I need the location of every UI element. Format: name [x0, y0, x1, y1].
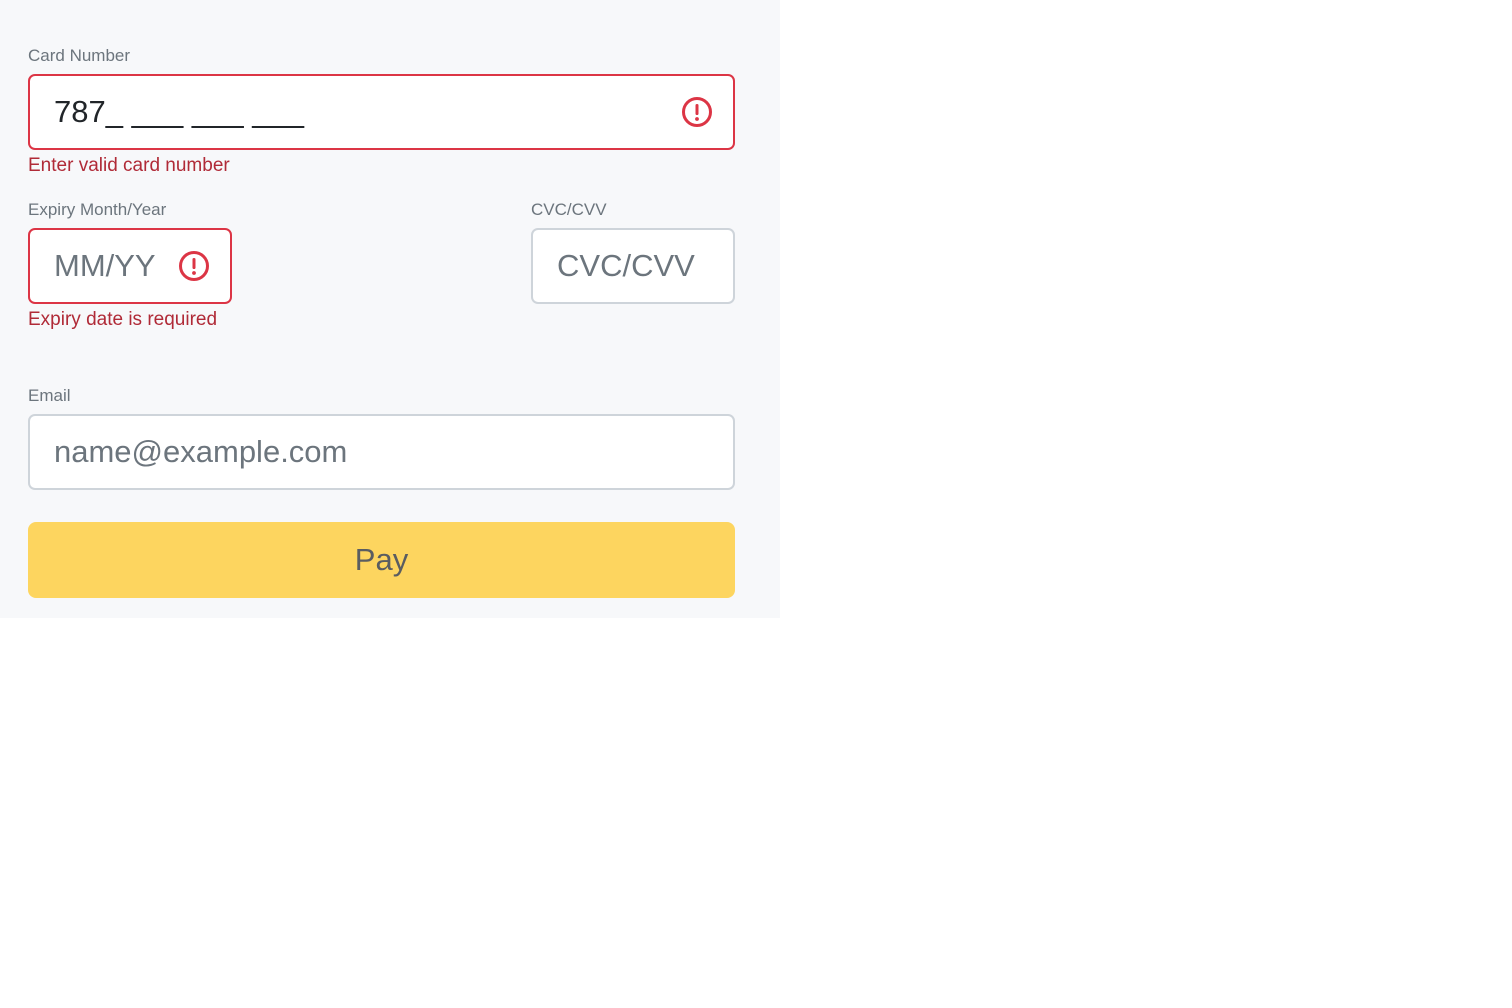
card-number-label: Card Number	[28, 46, 131, 65]
cvc-field-wrapper	[531, 228, 735, 304]
email-label: Email	[28, 386, 71, 405]
card-number-input[interactable]	[54, 76, 684, 148]
expiry-field-wrapper	[28, 228, 232, 304]
payment-form: Card Number Enter valid card number Expi…	[0, 0, 780, 618]
email-input[interactable]	[54, 416, 714, 488]
cvc-label: CVC/CVV	[531, 200, 607, 219]
exclamation-circle-icon	[682, 97, 712, 127]
card-number-field-wrapper	[28, 74, 735, 150]
expiry-input[interactable]	[54, 230, 179, 302]
pay-button[interactable]: Pay	[28, 522, 735, 598]
exclamation-circle-icon	[179, 251, 209, 281]
card-number-error: Enter valid card number	[28, 155, 230, 176]
expiry-error: Expiry date is required	[28, 309, 218, 330]
expiry-label: Expiry Month/Year	[28, 200, 167, 219]
email-field-wrapper	[28, 414, 735, 490]
cvc-input[interactable]	[557, 230, 722, 302]
